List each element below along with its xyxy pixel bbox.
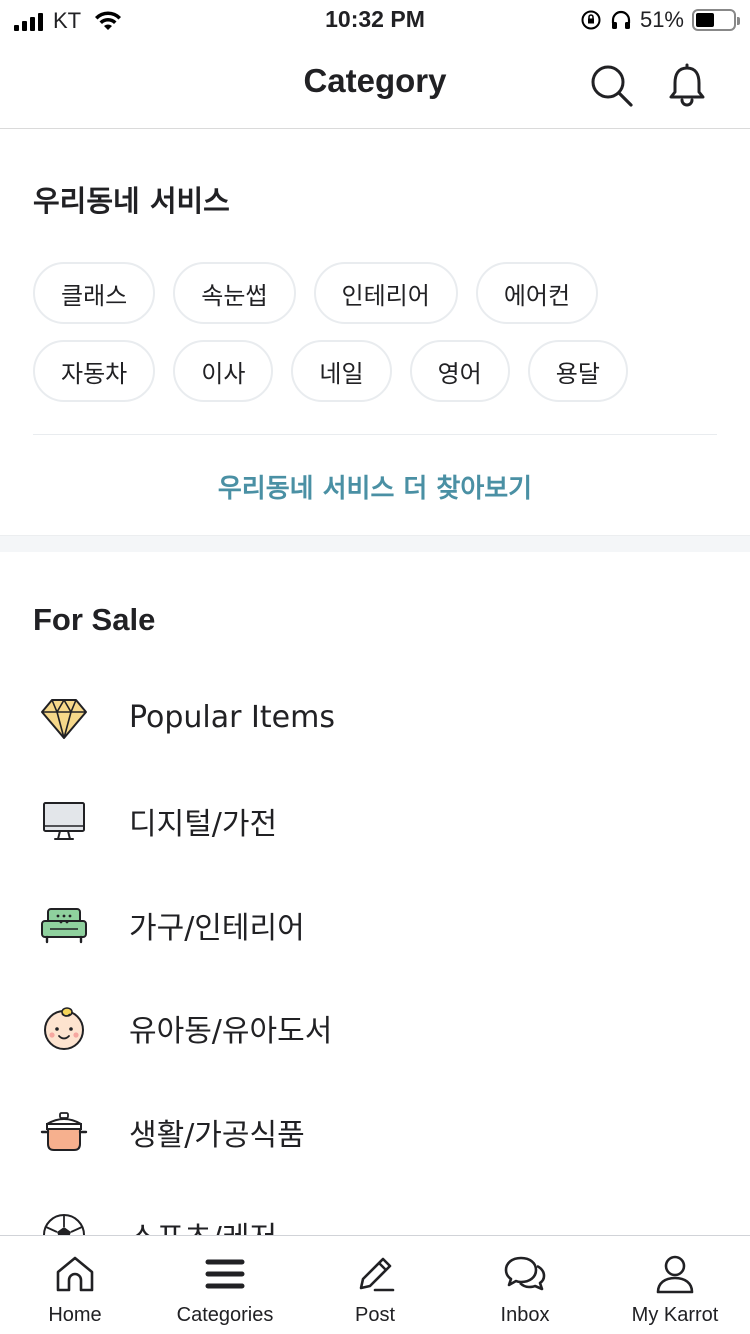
for-sale-section: For Sale Popular Items 디지털/가전 가구/인테리어 유아… <box>0 552 750 1235</box>
category-label: Popular Items <box>129 700 335 736</box>
battery-icon <box>692 9 740 31</box>
monitor-icon <box>43 802 85 841</box>
service-chips: 클래스 속눈썹 인테리어 에어컨 자동차 이사 네일 영어 용달 <box>33 262 733 418</box>
more-services-link[interactable]: 우리동네 서비스 더 찾아보기 <box>0 468 750 505</box>
headphones-icon <box>611 10 631 29</box>
header: Category <box>0 40 750 129</box>
chip-class[interactable]: 클래스 <box>33 262 156 324</box>
chip-car[interactable]: 자동차 <box>33 340 156 402</box>
services-section: 우리동네 서비스 클래스 속눈썹 인테리어 에어컨 자동차 이사 네일 영어 용… <box>0 130 750 535</box>
status-bar: KT 10:32 PM 51% <box>0 0 750 40</box>
baby-icon <box>44 1007 84 1051</box>
soccer-ball-icon <box>43 1214 85 1235</box>
home-icon <box>56 1256 94 1292</box>
category-label: 스포츠/레저 <box>129 1213 277 1235</box>
category-item-living[interactable]: 생활/가공식품 <box>0 1080 750 1184</box>
section-separator <box>0 535 750 552</box>
sofa-icon <box>41 907 87 943</box>
tab-bar: Home Categories Post Inbox My Karrot <box>0 1235 750 1334</box>
page-title: Category <box>303 62 447 99</box>
tab-label: Home <box>48 1304 102 1326</box>
tab-inbox[interactable]: Inbox <box>450 1236 600 1334</box>
tab-post[interactable]: Post <box>300 1236 450 1334</box>
bell-icon[interactable] <box>664 62 710 108</box>
divider <box>33 434 717 435</box>
chip-aircon[interactable]: 에어컨 <box>475 262 599 324</box>
category-label: 디지털/가전 <box>129 807 278 843</box>
chip-truck[interactable]: 용달 <box>527 340 628 402</box>
category-item-sports[interactable]: 스포츠/레저 <box>0 1184 750 1235</box>
chip-nail[interactable]: 네일 <box>291 340 392 402</box>
pot-icon <box>40 1111 88 1151</box>
battery-percent: 51% <box>639 7 684 32</box>
category-label: 유아동/유아도서 <box>129 1014 333 1050</box>
category-label: 생활/가공식품 <box>129 1117 305 1153</box>
orientation-lock-icon <box>581 10 601 30</box>
category-label: 가구/인테리어 <box>129 910 305 946</box>
person-icon <box>656 1255 694 1294</box>
search-icon[interactable] <box>588 62 634 108</box>
tab-label: Post <box>354 1304 396 1326</box>
tab-home[interactable]: Home <box>0 1236 150 1334</box>
services-title: 우리동네 서비스 <box>33 184 230 218</box>
tab-label: Inbox <box>500 1304 550 1326</box>
tab-label: Categories <box>176 1304 274 1326</box>
category-item-furniture[interactable]: 가구/인테리어 <box>0 873 750 977</box>
chip-english[interactable]: 영어 <box>409 340 510 402</box>
category-item-kids[interactable]: 유아동/유아도서 <box>0 977 750 1081</box>
for-sale-title: For Sale <box>33 602 156 637</box>
tab-my-karrot[interactable]: My Karrot <box>600 1236 750 1334</box>
chip-eyelash[interactable]: 속눈썹 <box>173 262 296 324</box>
diamond-icon <box>41 698 87 739</box>
tab-categories[interactable]: Categories <box>150 1236 300 1334</box>
pencil-icon <box>359 1257 395 1292</box>
chip-moving[interactable]: 이사 <box>173 340 274 402</box>
category-list: Popular Items 디지털/가전 가구/인테리어 유아동/유아도서 생활… <box>0 666 750 1235</box>
menu-icon <box>205 1259 245 1289</box>
tab-label: My Karrot <box>631 1304 719 1326</box>
category-item-popular[interactable]: Popular Items <box>0 666 750 770</box>
chat-icon <box>504 1256 546 1291</box>
chip-interior[interactable]: 인테리어 <box>313 262 458 324</box>
category-item-digital[interactable]: 디지털/가전 <box>0 770 750 874</box>
